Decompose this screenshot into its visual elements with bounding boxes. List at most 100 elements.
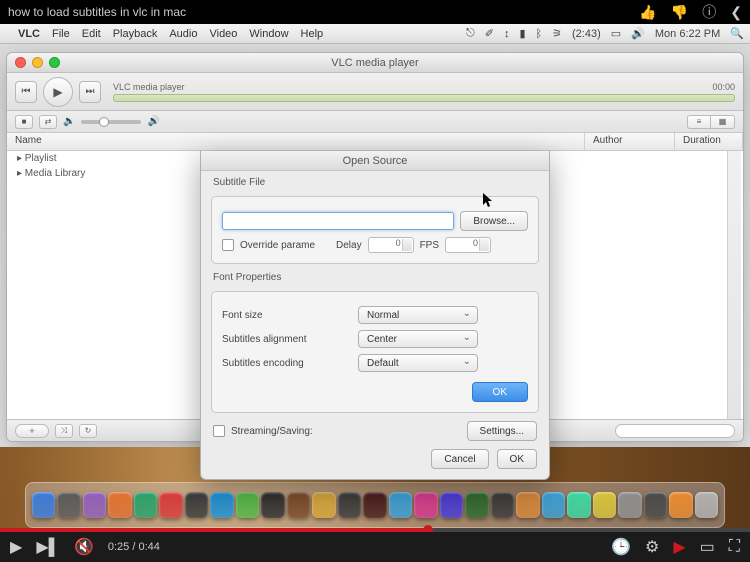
spotlight-icon[interactable]: 🔍 (730, 27, 744, 40)
add-to-playlist-button[interactable]: + (15, 424, 49, 438)
youtube-theater-icon[interactable]: ▭ (700, 537, 715, 557)
dock-app-icon[interactable] (108, 492, 131, 518)
dock-app-icon[interactable] (363, 492, 386, 518)
view-grid-icon[interactable]: ▦ (711, 115, 735, 129)
ok-button[interactable]: OK (497, 449, 537, 469)
youtube-youtube-icon[interactable]: ▶ (673, 537, 685, 557)
loop-button[interactable]: ↻ (79, 424, 97, 438)
playlist-search-input[interactable] (615, 424, 735, 438)
menu-video[interactable]: Video (209, 28, 237, 40)
menu-file[interactable]: File (52, 28, 70, 40)
dock-app-icon[interactable] (618, 492, 641, 518)
volume-icon[interactable]: 🔊 (631, 27, 645, 40)
minimize-icon[interactable] (32, 57, 43, 68)
dock-app-icon[interactable] (57, 492, 80, 518)
menubar-extra-icon[interactable]: ⎋ (466, 27, 475, 40)
vlc-secondary-toolbar: ■ ⇄ 🔈 🔊 ≡ ▦ (7, 111, 743, 133)
dock-app-icon[interactable] (440, 492, 463, 518)
inner-ok-button[interactable]: OK (472, 382, 528, 402)
dock-app-icon[interactable] (389, 492, 412, 518)
menu-playback[interactable]: Playback (113, 28, 158, 40)
app-menu[interactable]: VLC (18, 28, 40, 40)
menubar-extra-icon[interactable]: ↕ (504, 28, 510, 40)
menu-window[interactable]: Window (249, 28, 288, 40)
battery-icon[interactable]: ▭ (611, 27, 621, 40)
dock-app-icon[interactable] (593, 492, 616, 518)
fps-stepper[interactable]: 0 (445, 237, 491, 253)
subtitle-path-input[interactable] (222, 212, 454, 230)
streaming-checkbox[interactable] (213, 425, 225, 437)
youtube-watch-later-icon[interactable]: 🕒 (611, 537, 631, 557)
prev-button[interactable]: ⏮ (15, 81, 37, 103)
vlc-titlebar[interactable]: VLC media player (7, 53, 743, 73)
vlc-playback-toolbar: ⏮ ▶ ⏭ VLC media player 00:00 (7, 73, 743, 111)
wifi-icon[interactable]: ⚞ (552, 27, 562, 40)
seek-bar[interactable] (113, 94, 735, 102)
view-list-icon[interactable]: ≡ (687, 115, 711, 129)
settings-button[interactable]: Settings... (467, 421, 537, 441)
dock-app-icon[interactable] (159, 492, 182, 518)
share-icon[interactable]: ❮ (730, 4, 742, 21)
youtube-next-button[interactable]: ▶▌ (36, 537, 60, 557)
dock-app-icon[interactable] (261, 492, 284, 518)
dock-app-icon[interactable] (134, 492, 157, 518)
stop-button[interactable]: ■ (15, 115, 33, 129)
dock-app-icon[interactable] (287, 492, 310, 518)
next-button[interactable]: ⏭ (79, 81, 101, 103)
column-duration[interactable]: Duration (675, 133, 743, 150)
youtube-play-button[interactable]: ▶ (10, 537, 22, 557)
youtube-mute-button[interactable]: 🔇 (74, 537, 94, 557)
dock-app-icon[interactable] (32, 492, 55, 518)
streaming-label: Streaming/Saving: (231, 426, 461, 437)
youtube-fullscreen-icon[interactable]: ⛶ (729, 538, 740, 556)
playlist-body[interactable]: ▸ Playlist ▸ Media Library Open Source S… (7, 151, 743, 419)
shuffle-button[interactable]: ⤨ (55, 424, 73, 438)
dock-app-icon[interactable] (695, 492, 718, 518)
dock-app-icon[interactable] (83, 492, 106, 518)
bluetooth-icon[interactable]: ᛒ (536, 28, 543, 40)
youtube-settings-icon[interactable]: ⚙ (645, 537, 659, 557)
battery-status[interactable]: (2:43) (572, 28, 601, 40)
dock-app-icon[interactable] (542, 492, 565, 518)
dock-app-icon[interactable] (185, 492, 208, 518)
play-button[interactable]: ▶ (43, 77, 73, 107)
window-title: VLC media player (331, 57, 418, 69)
cancel-button[interactable]: Cancel (431, 449, 488, 469)
dock-app-icon[interactable] (516, 492, 539, 518)
clock[interactable]: Mon 6:22 PM (655, 28, 720, 40)
dock-app-icon[interactable] (312, 492, 335, 518)
volume-slider[interactable] (81, 120, 141, 124)
menu-audio[interactable]: Audio (169, 28, 197, 40)
font-size-select[interactable]: Normal (358, 306, 478, 324)
zoom-icon[interactable] (49, 57, 60, 68)
playlist-column-headers[interactable]: Name Author Duration (7, 133, 743, 151)
menubar-extra-icon[interactable]: ✐ (485, 27, 494, 40)
menu-edit[interactable]: Edit (82, 28, 101, 40)
dislike-icon[interactable]: 👎 (671, 4, 688, 21)
repeat-button[interactable]: ⇄ (39, 115, 57, 129)
column-author[interactable]: Author (585, 133, 675, 150)
dock-app-icon[interactable] (491, 492, 514, 518)
dock-app-icon[interactable] (338, 492, 361, 518)
dock-app-icon[interactable] (465, 492, 488, 518)
dock-app-icon[interactable] (644, 492, 667, 518)
dock-app-icon[interactable] (210, 492, 233, 518)
dock-app-icon[interactable] (414, 492, 437, 518)
encoding-select[interactable]: Default (358, 354, 478, 372)
mac-dock[interactable] (25, 482, 725, 528)
column-name[interactable]: Name (7, 133, 585, 150)
view-mode-segmented[interactable]: ≡ ▦ (687, 115, 735, 129)
dock-app-icon[interactable] (669, 492, 692, 518)
browse-button[interactable]: Browse... (460, 211, 528, 231)
info-icon[interactable]: ⓘ (702, 2, 716, 22)
menu-help[interactable]: Help (301, 28, 324, 40)
override-params-checkbox[interactable] (222, 239, 234, 251)
like-icon[interactable]: 👍 (639, 4, 656, 21)
delay-stepper[interactable]: 0 (368, 237, 414, 253)
dock-app-icon[interactable] (236, 492, 259, 518)
close-icon[interactable] (15, 57, 26, 68)
scrollbar[interactable] (727, 151, 741, 419)
dock-app-icon[interactable] (567, 492, 590, 518)
alignment-select[interactable]: Center (358, 330, 478, 348)
menubar-extra-icon[interactable]: ▮ (519, 27, 525, 40)
